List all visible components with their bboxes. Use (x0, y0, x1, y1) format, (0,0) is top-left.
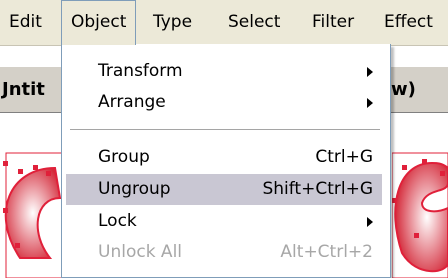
menu-item-shortcut: Alt+Ctrl+2 (280, 242, 373, 262)
menu-separator (70, 129, 380, 130)
menu-object[interactable]: Object (61, 0, 137, 45)
menu-item-label: Ungroup (98, 179, 171, 199)
artwork-letter-e[interactable] (392, 113, 448, 278)
menu-item-shortcut: Ctrl+G (315, 147, 373, 167)
menu-item-label: Unlock All (98, 242, 183, 262)
menu-select[interactable]: Select (219, 0, 289, 45)
menu-type[interactable]: Type (144, 0, 201, 45)
submenu-arrow-icon (367, 98, 373, 108)
document-title-left: Jntit (2, 79, 45, 100)
menu-item-shortcut: Shift+Ctrl+G (262, 179, 373, 199)
document-title-right: w) (391, 79, 416, 100)
menu-item-lock[interactable]: Lock (66, 206, 382, 237)
menu-item-arrange[interactable]: Arrange (66, 87, 382, 118)
menu-item-transform[interactable]: Transform (66, 56, 382, 87)
menu-item-label: Group (98, 147, 150, 167)
menu-item-label: Transform (98, 61, 183, 81)
menu-bar: Edit Object Type Select Filter Effect (0, 0, 448, 46)
menu-effect[interactable]: Effect (375, 0, 442, 45)
submenu-arrow-icon (367, 67, 373, 77)
object-menu-dropdown: Transform Arrange Group Ctrl+G Ungroup S… (61, 44, 391, 278)
menu-item-label: Arrange (98, 92, 166, 112)
menu-item-label: Lock (98, 211, 137, 231)
submenu-arrow-icon (367, 217, 373, 227)
menu-filter[interactable]: Filter (303, 0, 363, 45)
menu-item-ungroup[interactable]: Ungroup Shift+Ctrl+G (66, 174, 382, 205)
menu-item-group[interactable]: Group Ctrl+G (66, 142, 382, 173)
menu-item-unlock-all: Unlock All Alt+Ctrl+2 (66, 237, 382, 268)
menu-edit[interactable]: Edit (0, 0, 51, 45)
